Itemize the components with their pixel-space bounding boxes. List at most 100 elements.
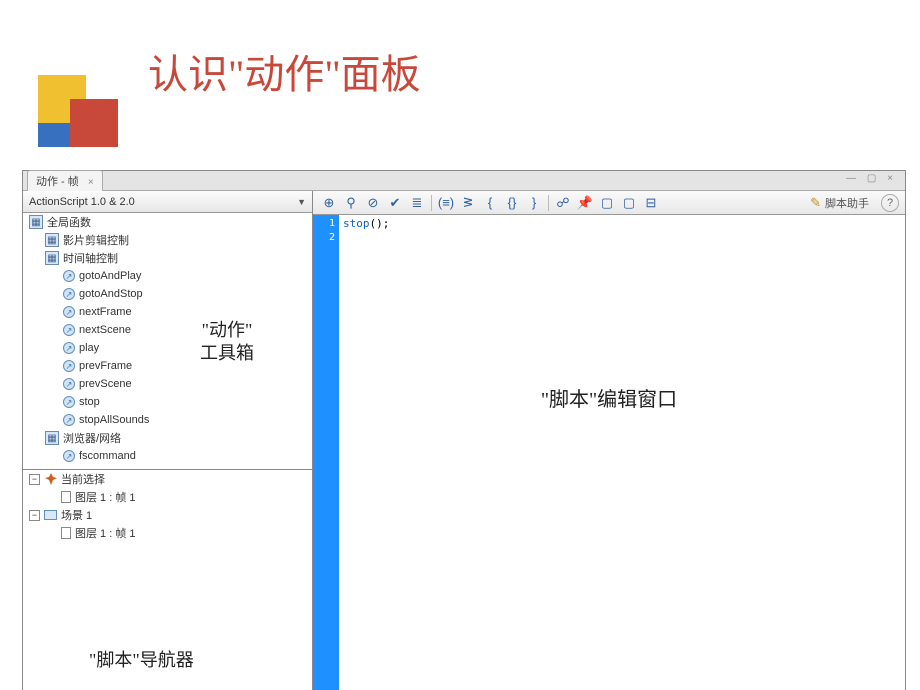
collapse-icon[interactable]: ⊟	[641, 193, 661, 213]
toolbox-group[interactable]: ▦ 全局函数	[23, 213, 312, 231]
method-icon: ↗	[63, 450, 75, 462]
deco-red	[70, 99, 118, 147]
group-label: 影片剪辑控制	[63, 232, 129, 248]
book-icon: ▦	[45, 251, 59, 265]
frame-icon	[61, 491, 71, 503]
item-label: play	[79, 342, 99, 354]
help-button[interactable]: ?	[881, 194, 899, 212]
line-number: 1	[313, 217, 335, 231]
nav-label: 图层 1 : 帧 1	[75, 525, 136, 541]
toolbox-item[interactable]: ↗ play	[23, 339, 312, 357]
right-pane: ⊕⚲⊘✔≣(≡)ᕒ{{}}☍📌▢▢⊟ ✎ 脚本助手 ? 1 2 stop(); …	[313, 191, 905, 690]
debug-icon[interactable]: ᕒ	[458, 193, 478, 213]
method-icon: ↗	[63, 324, 75, 336]
panel-body: ActionScript 1.0 & 2.0 ▼ ▦ 全局函数 ▦ 影片剪辑控制…	[23, 191, 905, 690]
add-icon[interactable]: ⊕	[319, 193, 339, 213]
panel-tab[interactable]: 动作 - 帧 ×	[27, 170, 103, 191]
dropdown-label: ActionScript 1.0 & 2.0	[29, 196, 135, 208]
pin-icon	[44, 473, 57, 486]
collapse-icon[interactable]: −	[29, 474, 40, 485]
item-label: prevFrame	[79, 360, 132, 372]
actions-toolbox[interactable]: ▦ 全局函数 ▦ 影片剪辑控制 ▦ 时间轴控制 ↗ gotoAndPlay ↗ got…	[23, 213, 312, 470]
method-icon: ↗	[63, 288, 75, 300]
toolbox-item[interactable]: ↗ gotoAndStop	[23, 285, 312, 303]
nav-layer-frame[interactable]: 图层 1 : 帧 1	[23, 488, 312, 506]
snippet-icon[interactable]: ▢	[597, 193, 617, 213]
toolbox-item[interactable]: ↗ gotoAndPlay	[23, 267, 312, 285]
group-label: 浏览器/网络	[63, 430, 121, 446]
slide-decoration	[38, 75, 122, 143]
find-icon[interactable]: ⚲	[341, 193, 361, 213]
group-label: 全局函数	[47, 214, 91, 230]
toolbox-item[interactable]: ↗stopAllSounds	[23, 411, 312, 429]
toolbox-item[interactable]: ↗ prevFrame	[23, 357, 312, 375]
brace-pair-icon[interactable]: {}	[502, 193, 522, 213]
frame-icon	[61, 527, 71, 539]
left-pane: ActionScript 1.0 & 2.0 ▼ ▦ 全局函数 ▦ 影片剪辑控制…	[23, 191, 313, 690]
script-navigator[interactable]: − 当前选择 图层 1 : 帧 1 − 场景 1 图层	[23, 470, 312, 690]
deco-blue	[38, 123, 70, 147]
method-icon: ↗	[63, 270, 75, 282]
item-label: gotoAndStop	[79, 288, 143, 300]
toolbox-item[interactable]: ↗ prevScene	[23, 375, 312, 393]
item-label: prevScene	[79, 378, 132, 390]
item-label: nextScene	[79, 324, 131, 336]
wand-icon: ✎	[810, 195, 821, 211]
window-controls[interactable]: — ▢ ×	[846, 173, 897, 184]
toolbox-group[interactable]: ▦ 影片剪辑控制	[23, 231, 312, 249]
line-number: 2	[313, 231, 335, 245]
pin-icon[interactable]: 📌	[575, 193, 595, 213]
script-assist-button[interactable]: ✎ 脚本助手	[810, 195, 869, 211]
close-icon[interactable]: ×	[88, 177, 94, 188]
item-label: fscommand	[79, 450, 136, 462]
script-assist-label: 脚本助手	[825, 195, 869, 211]
navigator-annotation: "脚本"导航器	[89, 646, 194, 672]
comment-icon[interactable]: ☍	[553, 193, 573, 213]
chevron-down-icon: ▼	[297, 197, 306, 207]
code-text[interactable]: stop();	[339, 215, 905, 690]
check-icon[interactable]: ✔	[385, 193, 405, 213]
method-icon: ↗	[63, 360, 75, 372]
item-label: gotoAndPlay	[79, 270, 141, 282]
format-icon[interactable]: ≣	[407, 193, 427, 213]
code-editor[interactable]: 1 2 stop(); "脚本"编辑窗口	[313, 215, 905, 690]
item-label: stop	[79, 396, 100, 408]
toolbox-item[interactable]: ↗ nextFrame	[23, 303, 312, 321]
toolbox-item[interactable]: ↗ fscommand	[23, 447, 312, 465]
toolbox-group[interactable]: ▦ 时间轴控制	[23, 249, 312, 267]
item-label: nextFrame	[79, 306, 132, 318]
brace-right-icon[interactable]: }	[524, 193, 544, 213]
brace-left-icon[interactable]: {	[480, 193, 500, 213]
nav-label: 图层 1 : 帧 1	[75, 489, 136, 505]
as-version-dropdown[interactable]: ActionScript 1.0 & 2.0 ▼	[23, 191, 312, 213]
book-icon: ▦	[45, 431, 59, 445]
method-icon: ↗	[63, 342, 75, 354]
toolbox-group[interactable]: ▦ 浏览器/网络	[23, 429, 312, 447]
toolbox-item[interactable]: ↗ stop	[23, 393, 312, 411]
book-icon: ▦	[45, 233, 59, 247]
autoformat-icon[interactable]: (≡)	[436, 193, 456, 213]
nav-layer-frame[interactable]: 图层 1 : 帧 1	[23, 524, 312, 542]
book-icon: ▦	[29, 215, 43, 229]
method-icon: ↗	[63, 378, 75, 390]
scene-icon	[44, 510, 57, 520]
collapse-icon[interactable]: −	[29, 510, 40, 521]
nav-label: 当前选择	[61, 471, 105, 487]
method-icon: ↗	[63, 306, 75, 318]
slide-title: 认识"动作"面板	[148, 42, 421, 100]
snippet2-icon[interactable]: ▢	[619, 193, 639, 213]
panel-tabbar: 动作 - 帧 × — ▢ ×	[23, 171, 905, 191]
actions-panel: 动作 - 帧 × — ▢ × ActionScript 1.0 & 2.0 ▼ …	[22, 170, 906, 690]
method-icon: ↗	[63, 396, 75, 408]
toolbox-item[interactable]: ↗ nextScene	[23, 321, 312, 339]
nav-current-selection[interactable]: − 当前选择	[23, 470, 312, 488]
code-keyword: stop	[343, 217, 370, 230]
nav-label: 场景 1	[61, 507, 92, 523]
group-label: 时间轴控制	[63, 250, 118, 266]
code-rest: ();	[370, 217, 390, 230]
panel-tab-label: 动作 - 帧	[36, 176, 79, 188]
nav-scene[interactable]: − 场景 1	[23, 506, 312, 524]
target-icon[interactable]: ⊘	[363, 193, 383, 213]
method-icon: ↗	[63, 414, 75, 426]
editor-toolbar: ⊕⚲⊘✔≣(≡)ᕒ{{}}☍📌▢▢⊟ ✎ 脚本助手 ?	[313, 191, 905, 215]
